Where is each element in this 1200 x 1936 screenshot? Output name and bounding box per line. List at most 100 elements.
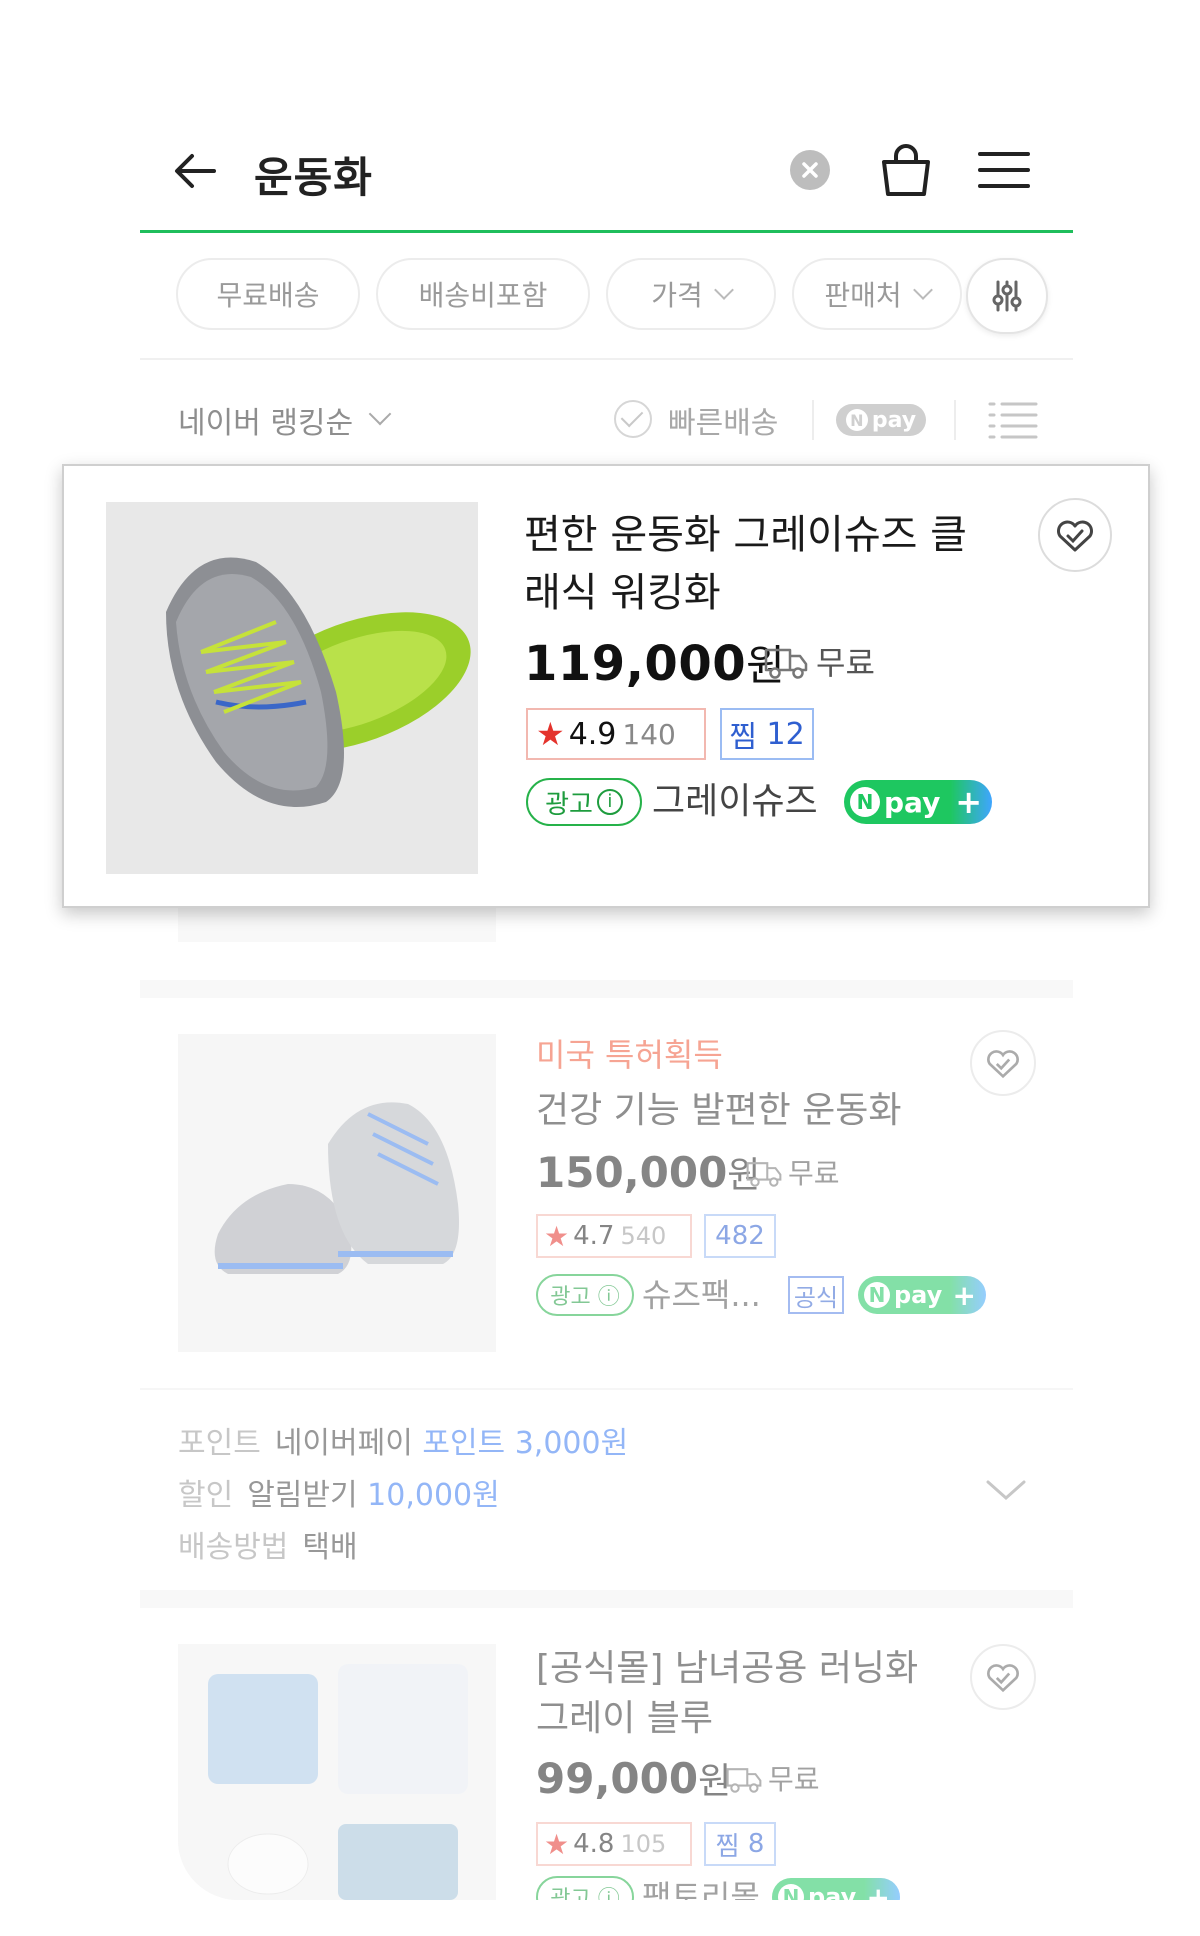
review-count: 105 [620,1830,667,1858]
fast-delivery-label[interactable]: 빠른배송 [668,398,778,442]
benefit-key: 할인 [178,1478,234,1513]
search-header: 운동화 [140,120,1070,232]
filter-chip-seller[interactable]: 판매처 [792,258,962,330]
ad-label: 광고 [550,1285,591,1310]
shoe-image [178,1034,496,1352]
npay-plus-badge: N pay + [858,1276,986,1314]
rating-value: 4.8 [573,1829,615,1859]
item-meta-row-cropped: 광고 ⓘ 팩토리몰 N pay + [536,1876,1076,1900]
wishlist-button[interactable] [970,1644,1036,1710]
review-count: 540 [620,1222,667,1250]
section-separator [140,980,1073,998]
shipping-label: 무료 [768,1763,820,1796]
clothes-image [178,1644,496,1900]
product-image[interactable] [106,502,478,874]
jjim-count: 8 [747,1829,765,1859]
chip-label: 무료배송 [216,279,320,312]
menu-icon[interactable] [978,150,1030,190]
rating-value: 4.9 [568,716,617,752]
sort-dropdown[interactable]: 네이버 랭킹순 [178,398,353,442]
product-image[interactable] [178,1644,496,1900]
official-badge: 공식 [788,1276,844,1314]
benefit-value: 택배 [302,1530,358,1565]
wishlist-button[interactable] [1038,498,1112,572]
product-price: 150,000원 [536,1146,760,1198]
search-query[interactable]: 운동화 [254,144,373,205]
rating-value: 4.7 [573,1221,615,1251]
benefit-value: 포인트 3,000원 [422,1426,629,1461]
npay-filter-toggle[interactable]: N pay [836,404,926,436]
wishlist-count-badge: 482 [704,1214,776,1258]
list-view-icon[interactable] [988,400,1038,440]
jjim-count: 482 [715,1221,765,1251]
divider [140,358,1073,360]
price-value: 99,000 [536,1754,699,1803]
jjim-label: 찜 [729,720,757,755]
shipping-label: 무료 [816,644,875,682]
expand-chevron-icon[interactable] [984,1476,1028,1504]
truck-icon [746,1162,782,1187]
back-arrow-icon[interactable] [170,146,220,196]
seller-name[interactable]: 팩토리몰 [642,1876,760,1900]
section-separator [140,1590,1073,1608]
shopping-bag-icon[interactable] [878,142,934,200]
npay-label: pay [871,407,917,433]
divider [140,1388,1073,1390]
clear-search-icon[interactable] [790,150,830,190]
star-icon: ★ [544,1219,570,1253]
npay-n-icon: N [845,409,868,431]
chevron-down-icon [368,402,392,426]
product-image[interactable] [178,1034,496,1352]
review-count: 140 [622,717,676,751]
jjim-label: 찜 [715,1831,740,1862]
featured-product-card[interactable]: 편한 운동화 그레이슈즈 클래식 워킹화 119,000원 무료 ★ 4.9 1… [62,464,1150,908]
npay-label: pay [884,785,941,819]
chevron-down-icon [912,280,933,300]
filter-chip-free-shipping[interactable]: 무료배송 [176,258,360,330]
ad-badge[interactable]: 광고 ⓘ [536,1274,634,1316]
ad-label: 광고 [550,1887,591,1900]
product-price: 119,000원 [524,632,785,693]
filter-chip-shipping-included[interactable]: 배송비포함 [376,258,590,330]
product-title[interactable]: 건강 기능 발편한 운동화 [536,1086,956,1136]
divider [954,400,956,440]
discount-benefit-row: 할인 알림받기 10,000원 [178,1470,500,1514]
product-title[interactable]: 편한 운동화 그레이슈즈 클래식 워킹화 [524,506,994,622]
product-title[interactable]: [공식몰] 남녀공용 러닝화 그레이 블루 [536,1644,956,1744]
seller-name[interactable]: 그레이슈즈 [652,772,818,824]
npay-plus-badge: N pay + [844,780,992,824]
chip-label: 가격 [651,279,703,312]
truck-icon [764,648,808,679]
price-value: 150,000 [536,1148,728,1197]
benefit-source: 알림받기 [247,1478,358,1513]
info-icon: i [596,789,623,815]
benefit-key: 배송방법 [178,1530,289,1565]
filter-chip-price[interactable]: 가격 [606,258,776,330]
jjim-count: 12 [766,716,805,752]
chevron-down-icon [713,280,734,300]
npay-n-icon: N [850,787,880,817]
npay-n-icon: N [778,1884,804,1900]
ad-label: 광고 [545,789,593,820]
ad-badge[interactable]: 광고 i [526,778,642,826]
shipping-label: 무료 [788,1157,840,1190]
wishlist-count-badge: 찜 8 [704,1822,776,1866]
wishlist-count-badge: 찜 12 [720,708,814,760]
point-benefit-row: 포인트 네이버페이 포인트 3,000원 [178,1418,628,1462]
shoe-image [106,502,478,874]
wishlist-button[interactable] [970,1030,1036,1096]
rating-badge: ★ 4.8 105 [536,1822,692,1866]
sliders-icon [992,280,1022,312]
star-icon: ★ [536,715,565,753]
npay-plus-badge: N pay + [772,1878,900,1900]
price-value: 119,000 [524,636,747,692]
rating-badge: ★ 4.9 140 [526,708,706,760]
benefit-source: 네이버페이 [274,1426,413,1461]
seller-name[interactable]: 슈즈팩... [642,1270,761,1316]
filter-settings-button[interactable] [966,258,1048,334]
heart-check-icon [987,1050,1019,1079]
ad-badge[interactable]: 광고 ⓘ [536,1876,634,1900]
plus-icon: + [955,783,982,821]
benefit-value: 10,000원 [367,1478,500,1513]
promo-tag: 미국 특허획득 [536,1036,723,1074]
